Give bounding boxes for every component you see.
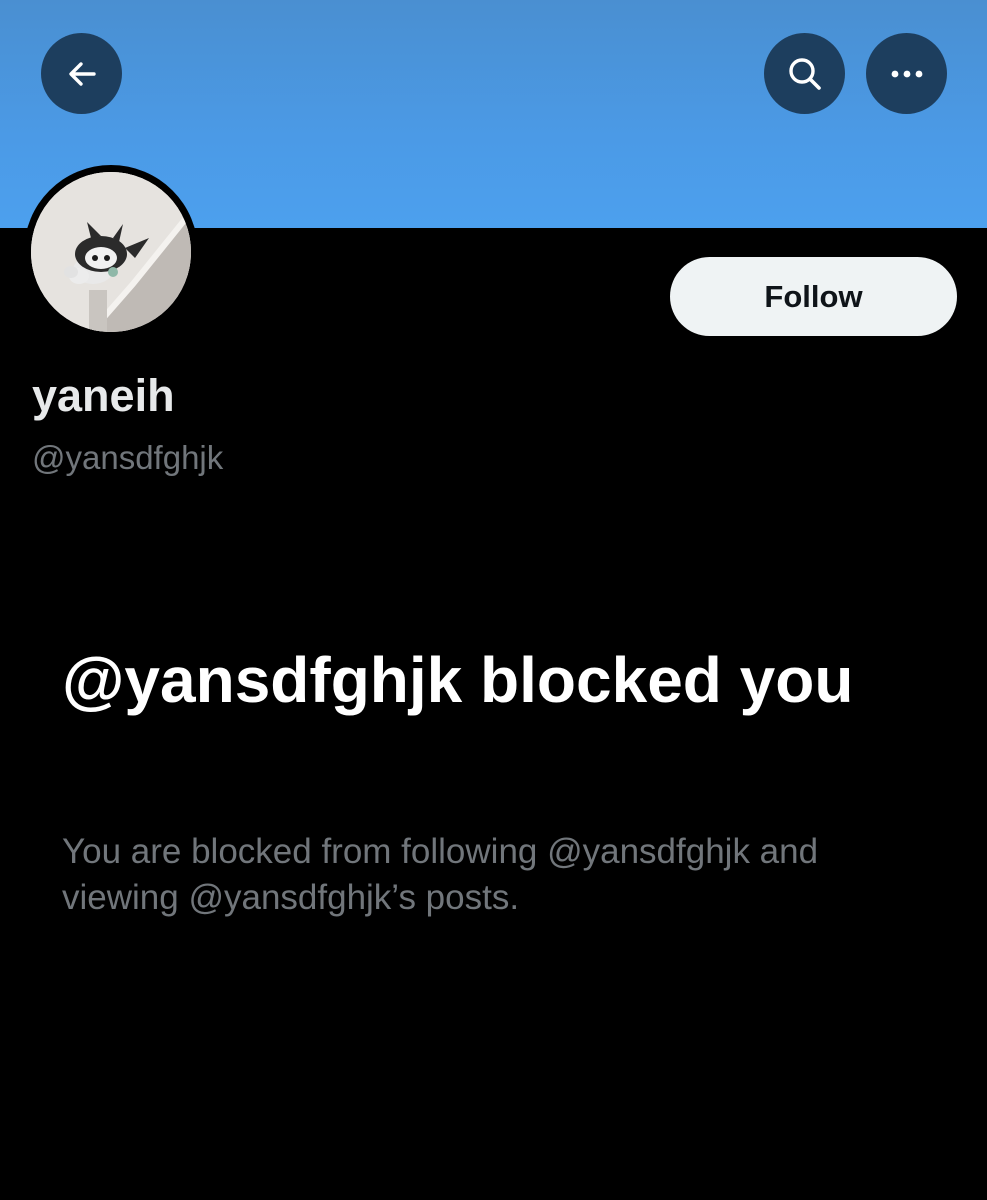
more-options-button[interactable]: [866, 33, 947, 114]
search-icon: [788, 57, 821, 90]
profile-display-name: yaneih: [32, 370, 175, 421]
back-button[interactable]: [41, 33, 122, 114]
blocked-title: @yansdfghjk blocked you: [62, 644, 854, 716]
avatar[interactable]: [24, 165, 198, 339]
follow-button[interactable]: Follow: [670, 257, 957, 336]
blocked-description: You are blocked from following @yansdfgh…: [62, 832, 819, 917]
profile-page: Follow yaneih @yansdfghjk @yansdfghjk bl…: [0, 0, 987, 1200]
arrow-left-icon: [68, 61, 96, 86]
avatar-image: [31, 172, 191, 332]
more-horizontal-icon: [891, 70, 922, 77]
profile-handle: @yansdfghjk: [32, 439, 224, 476]
search-button[interactable]: [764, 33, 845, 114]
